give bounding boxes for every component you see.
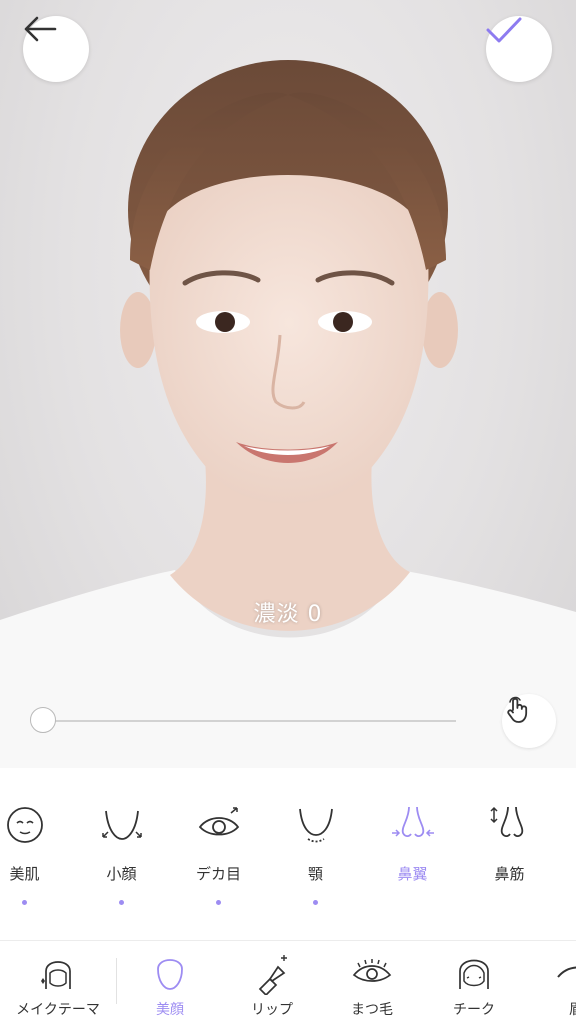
makeup-category-bar: メイクテーマ 美顔 リップ まつ毛 チーク [0, 941, 576, 1024]
check-icon [486, 17, 522, 43]
feature-label: 鼻筋 [494, 865, 525, 883]
category-eyebrow[interactable]: 眉 [520, 951, 576, 1019]
category-label: 眉 [569, 999, 576, 1019]
feature-slim-face[interactable]: 小顔 [73, 800, 170, 905]
category-beauty-face[interactable]: 美顔 [114, 951, 226, 1019]
eyelash-icon [352, 959, 392, 982]
category-label: チーク [453, 1002, 495, 1018]
feature-big-eyes[interactable]: デカ目 [170, 800, 267, 905]
hand-pointer-icon [507, 696, 528, 723]
intensity-slider-track[interactable] [44, 720, 456, 722]
applied-dot [313, 900, 318, 905]
eye-enlarge-icon [198, 807, 239, 836]
nose-wing-icon [391, 806, 434, 838]
photo-preview: 濃淡 0 [0, 0, 576, 768]
feature-label: 鼻翼 [397, 865, 428, 883]
confirm-button[interactable] [486, 16, 552, 82]
chin-icon [298, 808, 333, 843]
face-smooth-icon [6, 807, 43, 843]
portrait-image [0, 60, 576, 768]
back-button[interactable] [23, 16, 89, 82]
face-outline-icon [157, 959, 183, 990]
category-cheek[interactable]: チーク [418, 951, 530, 1019]
intensity-slider-thumb[interactable] [30, 707, 56, 733]
feature-label: デカ目 [195, 865, 241, 883]
makeup-theme-icon [41, 961, 71, 989]
feature-chin[interactable]: 顎 [267, 800, 364, 905]
cheek-icon [459, 959, 489, 989]
applied-dot [22, 900, 27, 905]
touch-adjust-button[interactable] [502, 694, 556, 748]
beauty-feature-list: 美肌 小顔 デカ目 顎 鼻翼 鼻筋 [0, 800, 576, 920]
category-label: リップ [251, 1002, 293, 1018]
applied-dot [216, 900, 221, 905]
eyebrow-icon [557, 966, 576, 978]
lipstick-icon [258, 955, 287, 995]
jaw-slim-icon [101, 810, 142, 840]
feature-label: 小顔 [106, 865, 137, 883]
category-label: まつ毛 [351, 1002, 393, 1018]
feature-label: 美肌 [9, 865, 40, 883]
feature-nose-bridge[interactable]: 鼻筋 [461, 800, 558, 905]
nose-bridge-icon [489, 806, 523, 838]
applied-dot [119, 900, 124, 905]
feature-skin[interactable]: 美肌 [0, 800, 73, 905]
category-separator [116, 958, 117, 1004]
arrow-left-icon [24, 16, 57, 42]
category-label: 美顔 [156, 1002, 184, 1018]
category-makeup-theme[interactable]: メイクテーマ [2, 951, 114, 1019]
intensity-label: 濃淡 0 [253, 602, 323, 627]
category-lip[interactable]: リップ [216, 951, 328, 1019]
feature-nose-wing[interactable]: 鼻翼 [364, 800, 461, 905]
category-eyelash[interactable]: まつ毛 [316, 951, 428, 1019]
feature-label: 顎 [307, 865, 323, 883]
category-label: メイクテーマ [16, 1002, 100, 1018]
